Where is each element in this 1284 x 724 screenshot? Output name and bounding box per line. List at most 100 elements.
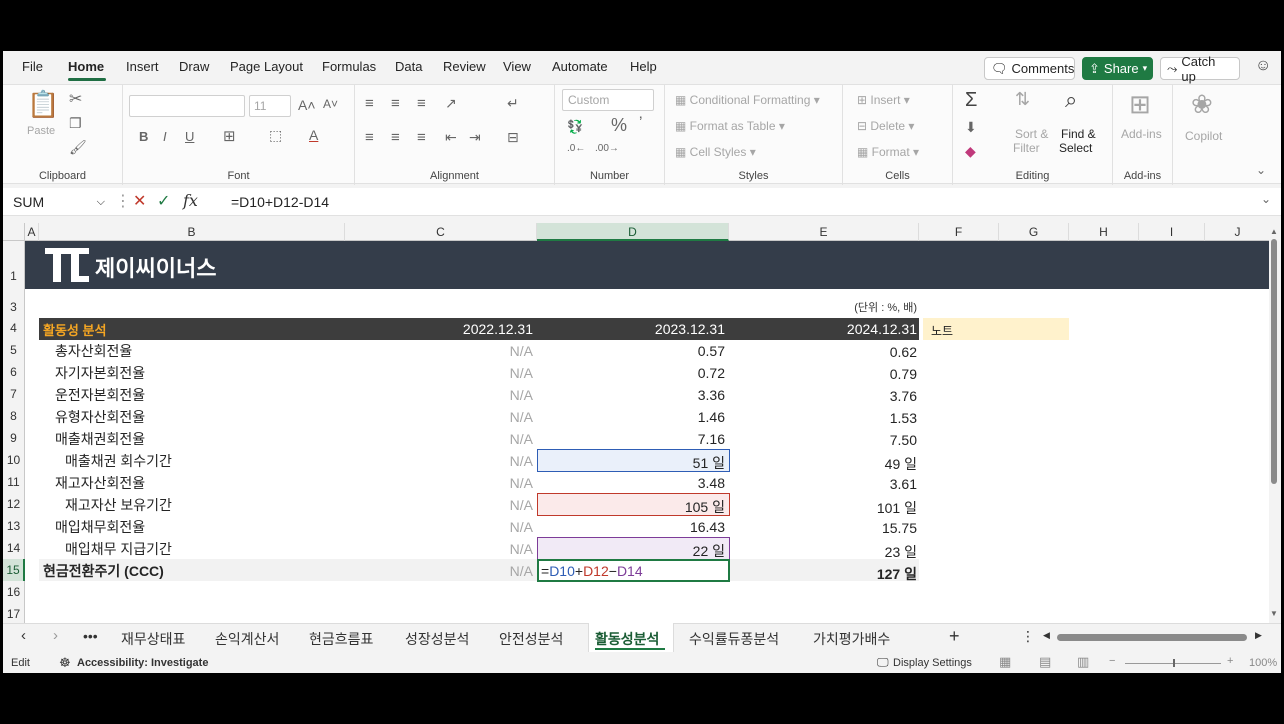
menu-data[interactable]: Data <box>395 59 422 74</box>
paste-icon[interactable]: 📋 <box>27 89 59 120</box>
column-header[interactable]: H <box>1069 223 1139 241</box>
align-bottom-icon[interactable]: ≡ <box>417 95 426 112</box>
cut-icon[interactable]: ✂ <box>69 89 82 109</box>
copilot-button[interactable]: Copilot <box>1185 129 1222 143</box>
tab-cash-flow[interactable]: 현금흐름표 <box>309 629 373 649</box>
row-header[interactable]: 9 <box>3 427 25 449</box>
format-as-table-button[interactable]: ▦ Format as Table ▾ <box>675 119 785 133</box>
orientation-icon[interactable]: ↗ <box>445 95 457 112</box>
row-header[interactable]: 13 <box>3 515 25 537</box>
prev-sheet-icon[interactable]: ‹ <box>21 627 26 644</box>
tab-stability[interactable]: 안전성분석 <box>499 629 563 649</box>
row-header[interactable]: 1 <box>3 241 25 289</box>
conditional-formatting-button[interactable]: ▦ Conditional Formatting ▾ <box>675 93 820 107</box>
align-center-icon[interactable]: ≡ <box>391 129 400 146</box>
next-sheet-icon[interactable]: › <box>53 627 58 644</box>
tab-dupont[interactable]: 수익률듀퐁분석 <box>689 629 779 649</box>
more-options-icon[interactable]: ⋮ <box>115 191 131 211</box>
scroll-up-icon[interactable]: ▲ <box>1270 227 1278 236</box>
row-header[interactable]: 7 <box>3 383 25 405</box>
catch-up-button[interactable]: ⤳ Catch up <box>1160 54 1240 84</box>
accounting-format-icon[interactable]: 💱 <box>567 119 583 135</box>
formula-input[interactable]: =D10+D12-D14 <box>231 194 329 210</box>
more-options-icon[interactable]: ⋮ <box>1021 628 1035 645</box>
column-header[interactable]: C <box>345 223 537 241</box>
horizontal-scrollbar-thumb[interactable] <box>1057 634 1247 641</box>
comma-style-icon[interactable]: ʼ <box>639 115 643 133</box>
sort-filter-label[interactable]: Sort & <box>1015 127 1048 141</box>
menu-review[interactable]: Review <box>443 59 486 74</box>
column-header[interactable]: I <box>1139 223 1205 241</box>
row-header[interactable]: 11 <box>3 471 25 493</box>
share-button[interactable]: ⇪ Share ▾ <box>1082 57 1153 80</box>
worksheet-grid[interactable]: A B C D E F G H I J 제이씨이너스 1 3 4 5 6 7 8… <box>3 223 1271 623</box>
column-header-selected[interactable]: D <box>537 223 729 241</box>
row-header[interactable]: 5 <box>3 339 25 361</box>
row-header[interactable]: 17 <box>3 603 25 623</box>
cancel-icon[interactable]: ✕ <box>133 191 146 211</box>
italic-icon[interactable]: I <box>163 129 167 144</box>
align-top-icon[interactable]: ≡ <box>365 95 374 112</box>
fill-color-icon[interactable]: ⬚ <box>269 127 282 144</box>
menu-draw[interactable]: Draw <box>179 59 209 74</box>
menu-insert[interactable]: Insert <box>126 59 159 74</box>
copilot-icon[interactable]: ❀ <box>1191 89 1213 120</box>
zoom-in-icon[interactable]: + <box>1227 655 1233 667</box>
menu-view[interactable]: View <box>503 59 531 74</box>
tab-balance-sheet[interactable]: 재무상태표 <box>121 629 185 649</box>
scroll-down-icon[interactable]: ▼ <box>1270 609 1278 618</box>
tab-growth[interactable]: 성장성분석 <box>405 629 469 649</box>
menu-file[interactable]: File <box>22 59 43 74</box>
add-sheet-icon[interactable]: + <box>949 626 960 647</box>
name-box[interactable]: SUM ⌵ <box>7 191 109 213</box>
active-cell-d15[interactable]: =D10+D12−D14 <box>537 559 730 582</box>
sort-filter-icon[interactable]: ⇅ <box>1015 89 1030 110</box>
font-name-select[interactable] <box>129 95 245 117</box>
row-header[interactable]: 4 <box>3 317 25 339</box>
format-cells-button[interactable]: ▦ Format ▾ <box>857 145 919 159</box>
menu-page-layout[interactable]: Page Layout <box>230 59 303 74</box>
column-header[interactable]: B <box>39 223 345 241</box>
insert-cells-button[interactable]: ⊞ Insert ▾ <box>857 93 910 107</box>
scroll-right-icon[interactable]: ▶ <box>1255 630 1262 641</box>
font-size-select[interactable]: 11 <box>249 95 291 117</box>
tab-income-statement[interactable]: 손익계산서 <box>215 629 279 649</box>
person-feedback-icon[interactable]: ☺ <box>1255 57 1271 75</box>
column-header[interactable]: F <box>919 223 999 241</box>
fill-icon[interactable]: ⬇ <box>965 119 977 136</box>
borders-icon[interactable]: ⊞ <box>223 127 236 145</box>
row-header[interactable]: 12 <box>3 493 25 515</box>
percent-icon[interactable]: % <box>611 115 627 136</box>
menu-home[interactable]: Home <box>68 59 104 74</box>
collapse-ribbon-icon[interactable]: ⌄ <box>1256 163 1266 177</box>
sort-filter-label-2[interactable]: Filter <box>1013 141 1040 155</box>
display-settings[interactable]: Display Settings <box>893 657 972 669</box>
row-header-selected[interactable]: 15 <box>3 559 25 581</box>
cell-styles-button[interactable]: ▦ Cell Styles ▾ <box>675 145 756 159</box>
expand-formula-icon[interactable]: ⌄ <box>1261 192 1271 206</box>
addins-grid-icon[interactable]: ⊞ <box>1129 89 1151 120</box>
autosum-icon[interactable]: Σ <box>965 89 977 112</box>
decrease-decimal-icon[interactable]: .00→ <box>595 143 619 154</box>
merge-center-icon[interactable]: ⊟ <box>507 129 519 146</box>
grow-font-icon[interactable]: A˄ <box>298 97 316 113</box>
row-header[interactable]: 10 <box>3 449 25 471</box>
align-middle-icon[interactable]: ≡ <box>391 95 400 112</box>
select-all-corner[interactable] <box>3 223 25 241</box>
bold-icon[interactable]: B <box>139 129 148 144</box>
tab-activity[interactable]: 활동성분석 <box>595 629 659 649</box>
align-left-icon[interactable]: ≡ <box>365 129 374 146</box>
row-header[interactable]: 16 <box>3 581 25 603</box>
row-header[interactable]: 8 <box>3 405 25 427</box>
format-painter-icon[interactable]: 🖌 <box>69 139 87 156</box>
column-header[interactable]: G <box>999 223 1069 241</box>
more-sheets-icon[interactable]: ••• <box>83 628 98 644</box>
underline-icon[interactable]: U <box>185 129 194 144</box>
zoom-slider-thumb[interactable] <box>1173 659 1175 667</box>
addins-button[interactable]: Add-ins <box>1121 127 1162 141</box>
shrink-font-icon[interactable]: A˅ <box>323 97 338 111</box>
scrollbar-thumb[interactable] <box>1271 239 1277 484</box>
delete-cells-button[interactable]: ⊟ Delete ▾ <box>857 119 914 133</box>
font-color-icon[interactable]: A <box>309 127 318 143</box>
find-select-label-2[interactable]: Select <box>1059 141 1092 155</box>
